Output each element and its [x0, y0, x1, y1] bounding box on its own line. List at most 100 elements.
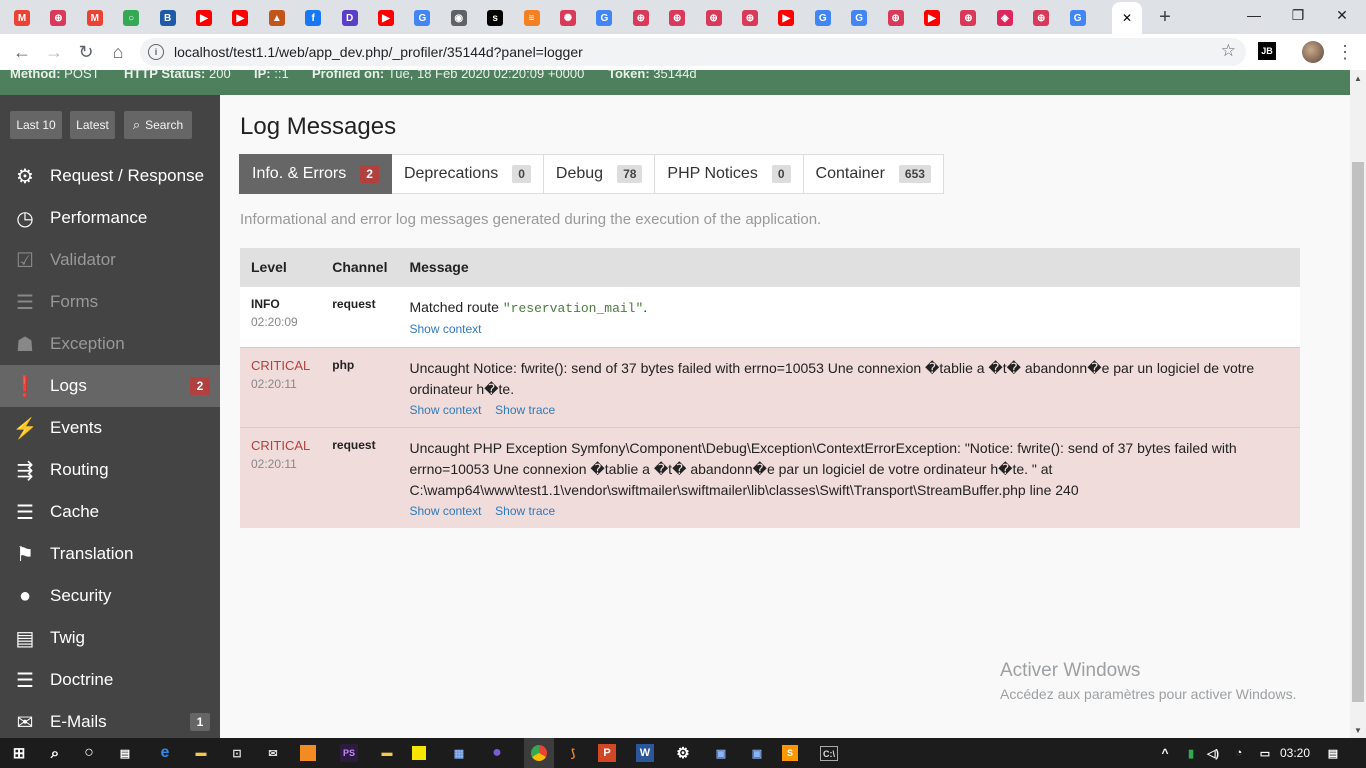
info-icon[interactable]: i	[148, 44, 164, 60]
tab-debug[interactable]: Debug 78	[543, 154, 656, 194]
browser-tab[interactable]: ✺	[553, 6, 583, 30]
xampp-icon[interactable]: ⟆	[562, 742, 584, 764]
close-tab-icon[interactable]: ✕	[1122, 11, 1132, 25]
forward-arrow-icon[interactable]: →	[42, 40, 66, 64]
battery-icon[interactable]: ▭	[1254, 742, 1276, 764]
show-trace-link[interactable]: Show trace	[495, 403, 555, 417]
sidebar-item-e-mails[interactable]: ✉ E-Mails 1	[0, 701, 220, 738]
notifications-icon[interactable]: ▤	[1322, 742, 1344, 764]
browser-tab[interactable]: ⊕	[43, 6, 73, 30]
show-context-link[interactable]: Show context	[409, 322, 481, 336]
browser-tab[interactable]: ⊕	[1026, 6, 1056, 30]
browser-tab[interactable]: ▶	[371, 6, 401, 30]
sidebar-item-validator[interactable]: ☑ Validator	[0, 239, 220, 281]
browser-tab[interactable]: B	[153, 6, 183, 30]
sidebar-item-twig[interactable]: ▤ Twig	[0, 617, 220, 659]
browser-tab[interactable]: ≡	[517, 6, 547, 30]
home-icon[interactable]: ⌂	[106, 40, 130, 64]
browser-tab[interactable]: G	[844, 6, 874, 30]
network-app-icon[interactable]: ▣	[710, 742, 732, 764]
page-scrollbar[interactable]: ▲ ▼	[1350, 70, 1366, 738]
tab-php-notices[interactable]: PHP Notices 0	[655, 154, 804, 194]
browser-tab[interactable]: M	[80, 6, 110, 30]
browser-tab[interactable]: ⊕	[699, 6, 729, 30]
browser-tab[interactable]: ▶	[771, 6, 801, 30]
tab-container[interactable]: Container 653	[803, 154, 944, 194]
sidebar-item-routing[interactable]: ⇶ Routing	[0, 449, 220, 491]
latest-button[interactable]: Latest	[70, 111, 115, 139]
back-arrow-icon[interactable]: ←	[10, 40, 34, 64]
task-view-icon[interactable]: ▤	[114, 742, 136, 764]
search-button[interactable]: ⌕ Search	[124, 111, 192, 139]
browser-tab[interactable]: ⊕	[953, 6, 983, 30]
chevron-up-icon[interactable]: ^	[1154, 742, 1176, 764]
wifi-icon[interactable]: ◔	[1228, 742, 1250, 764]
phpstorm-icon[interactable]: PS	[340, 744, 358, 762]
chrome-taskbar-icon[interactable]	[524, 738, 554, 768]
volume-icon[interactable]: ◁)	[1202, 742, 1224, 764]
powerpoint-icon[interactable]: P	[598, 744, 616, 762]
last-10-button[interactable]: Last 10	[10, 111, 62, 139]
sidebar-item-cache[interactable]: ☰ Cache	[0, 491, 220, 533]
browser-tab[interactable]: ▶	[225, 6, 255, 30]
show-trace-link[interactable]: Show trace	[495, 504, 555, 518]
minimize-button[interactable]: —	[1236, 4, 1272, 26]
tab-info-errors[interactable]: Info. & Errors 2	[239, 154, 392, 194]
folder-icon[interactable]: ▬	[376, 742, 398, 764]
cmd-icon[interactable]: C:\	[820, 746, 838, 761]
reload-icon[interactable]: ↻	[74, 40, 98, 64]
file-explorer-icon[interactable]: ▬	[190, 742, 212, 764]
app-icon[interactable]	[300, 745, 316, 761]
sidebar-item-doctrine[interactable]: ☰ Doctrine	[0, 659, 220, 701]
browser-tab[interactable]: G	[407, 6, 437, 30]
sidebar-item-events[interactable]: ⚡ Events	[0, 407, 220, 449]
url-text[interactable]: localhost/test1.1/web/app_dev.php/_profi…	[174, 44, 583, 60]
sidebar-item-exception[interactable]: ☗ Exception	[0, 323, 220, 365]
scroll-down-arrow-icon[interactable]: ▼	[1354, 726, 1362, 735]
discord-icon[interactable]: ●	[486, 742, 508, 764]
browser-tab[interactable]: ⊕	[626, 6, 656, 30]
sidebar-item-logs[interactable]: ❗ Logs 2	[0, 365, 220, 407]
browser-tab[interactable]: G	[589, 6, 619, 30]
show-context-link[interactable]: Show context	[409, 504, 481, 518]
windows-start-icon[interactable]: ⊞	[8, 742, 30, 764]
mail-icon[interactable]: ✉	[262, 742, 284, 764]
calculator-icon[interactable]: ▦	[448, 742, 470, 764]
browser-tab[interactable]: ○	[116, 6, 146, 30]
browser-tab[interactable]: ⊕	[662, 6, 692, 30]
maximize-button[interactable]: ❐	[1280, 4, 1316, 26]
address-bar[interactable]: i localhost/test1.1/web/app_dev.php/_pro…	[140, 38, 1246, 66]
store-icon[interactable]: ⊡	[226, 742, 248, 764]
active-browser-tab[interactable]: ✕	[1112, 2, 1142, 34]
bookmark-star-icon[interactable]: ☆	[1221, 41, 1236, 61]
sidebar-item-request-response[interactable]: ⚙ Request / Response	[0, 155, 220, 197]
sidebar-item-forms[interactable]: ☰ Forms	[0, 281, 220, 323]
browser-tab[interactable]: ⊕	[735, 6, 765, 30]
browser-tab[interactable]: G	[808, 6, 838, 30]
scroll-up-arrow-icon[interactable]: ▲	[1354, 74, 1362, 83]
search-icon[interactable]: ⌕	[44, 742, 66, 764]
show-context-link[interactable]: Show context	[409, 403, 481, 417]
chrome-menu-icon[interactable]: ⋮	[1336, 40, 1354, 64]
browser-tab[interactable]: ◈	[990, 6, 1020, 30]
browser-tab[interactable]: ▲	[262, 6, 292, 30]
sublime-icon[interactable]: S	[782, 745, 798, 761]
browser-tab[interactable]: ▶	[189, 6, 219, 30]
browser-tab[interactable]: ◉	[444, 6, 474, 30]
sidebar-item-translation[interactable]: ⚑ Translation	[0, 533, 220, 575]
sticky-notes-icon[interactable]	[412, 746, 426, 760]
browser-tab[interactable]: f	[298, 6, 328, 30]
edge-icon[interactable]: e	[154, 742, 176, 764]
profile-avatar[interactable]	[1302, 41, 1324, 63]
browser-tab[interactable]: M	[7, 6, 37, 30]
tab-deprecations[interactable]: Deprecations 0	[391, 154, 544, 194]
sidebar-item-security[interactable]: ● Security	[0, 575, 220, 617]
browser-tab[interactable]: ▶	[917, 6, 947, 30]
new-tab-button[interactable]: +	[1153, 6, 1177, 28]
scroll-thumb[interactable]	[1352, 162, 1364, 702]
close-window-button[interactable]: ✕	[1324, 4, 1360, 26]
taskbar-clock[interactable]: 03:20	[1280, 746, 1310, 760]
browser-tab[interactable]: s	[480, 6, 510, 30]
cortana-icon[interactable]: ○	[78, 742, 100, 764]
browser-tab[interactable]: ⊕	[881, 6, 911, 30]
